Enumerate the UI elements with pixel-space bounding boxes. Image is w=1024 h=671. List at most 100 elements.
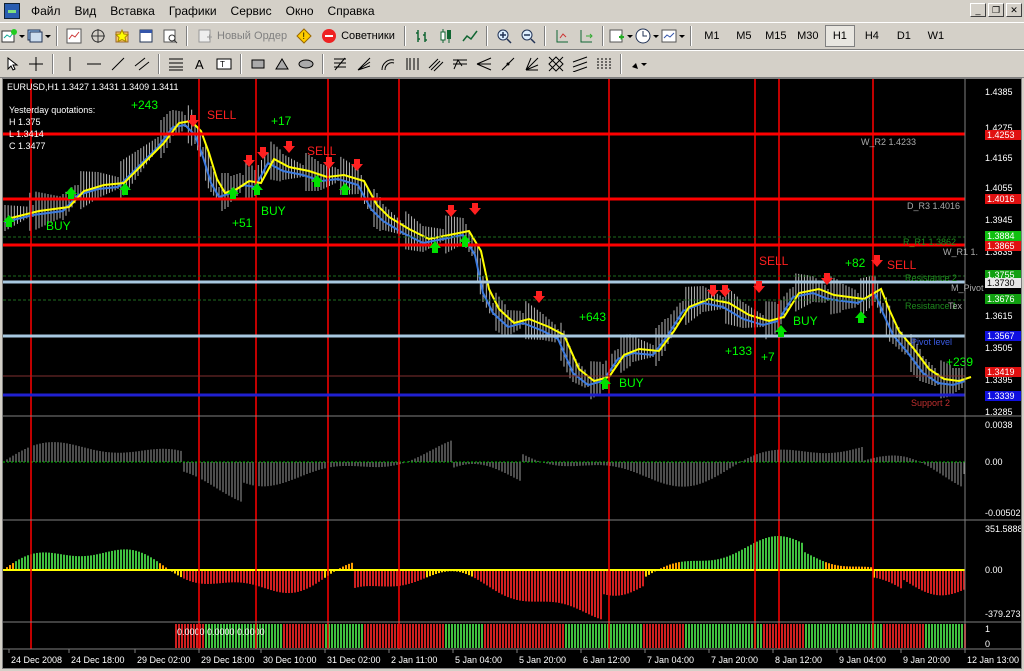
timeframe-m5[interactable]: M5: [729, 25, 759, 47]
vertical-line-icon[interactable]: [59, 53, 81, 75]
fibo-arcs-icon[interactable]: [377, 53, 399, 75]
osc3-bar: [604, 624, 606, 648]
fibo-expansion-icon[interactable]: [449, 53, 471, 75]
line-chart-button[interactable]: [459, 25, 481, 47]
app-icon: [4, 3, 20, 19]
osc3-bar: [463, 624, 465, 648]
timeframe-d1[interactable]: D1: [889, 25, 919, 47]
fibo-icon[interactable]: [165, 53, 187, 75]
osc3-bar: [775, 624, 777, 648]
experts-button[interactable]: Советники: [317, 25, 399, 47]
osc3-bar: [961, 624, 963, 648]
timeframe-w1[interactable]: W1: [921, 25, 951, 47]
indicators-button[interactable]: [609, 25, 633, 47]
timeframe-h4[interactable]: H4: [857, 25, 887, 47]
templates-button[interactable]: [661, 25, 685, 47]
navigator-button[interactable]: [87, 25, 109, 47]
market-watch-button[interactable]: [63, 25, 85, 47]
new-chart-button[interactable]: [1, 25, 25, 47]
close-button[interactable]: ✕: [1006, 3, 1022, 17]
menu-window[interactable]: Окно: [279, 0, 321, 22]
menu-file[interactable]: Файл: [24, 0, 68, 22]
menu-insert[interactable]: Вставка: [103, 0, 162, 22]
restore-button[interactable]: ❐: [988, 3, 1004, 17]
timeframe-m1[interactable]: M1: [697, 25, 727, 47]
zoom-out-button[interactable]: [517, 25, 539, 47]
cycle-lines-icon[interactable]: [593, 53, 615, 75]
chart-shift-button[interactable]: [551, 25, 573, 47]
osc3-bar: [718, 624, 720, 648]
horizontal-line-icon[interactable]: [83, 53, 105, 75]
tester-button[interactable]: [159, 25, 181, 47]
rectangle-icon[interactable]: [247, 53, 269, 75]
chart-canvas[interactable]: 0.0000 0.0000 0.0000 1 0 351.5888 0.00 -379.…: [3, 79, 1021, 668]
gann-fan-icon[interactable]: [521, 53, 543, 75]
text-icon[interactable]: A: [189, 53, 211, 75]
osc3-bar: [814, 624, 816, 648]
timeframe-h1[interactable]: H1: [824, 25, 855, 47]
regression-channel-icon[interactable]: [569, 53, 591, 75]
label-r1: R_R1 1.3862: [903, 237, 956, 247]
timeframe-m30[interactable]: M30: [793, 25, 823, 47]
alert-icon[interactable]: !: [293, 25, 315, 47]
osc3-bar: [793, 624, 795, 648]
cursor-icon[interactable]: [1, 53, 23, 75]
chart-window[interactable]: 0.0000 0.0000 0.0000 1 0 351.5888 0.00 -379.…: [2, 78, 1022, 669]
osc3-bar: [370, 624, 372, 648]
osc3-bar: [661, 624, 663, 648]
gann-grid-icon[interactable]: [545, 53, 567, 75]
minimize-button[interactable]: _: [970, 3, 986, 17]
osc3-bar: [736, 624, 738, 648]
osc3-bar: [928, 624, 930, 648]
new-order-button[interactable]: Новый Ордер: [193, 25, 291, 47]
ellipse-icon[interactable]: [295, 53, 317, 75]
trendline-icon[interactable]: [107, 53, 129, 75]
signal-sell-1: SELL: [207, 108, 237, 122]
price-tag: 1.4016: [985, 194, 1021, 204]
terminal-button[interactable]: [135, 25, 157, 47]
fibo-channel-icon[interactable]: [425, 53, 447, 75]
osc3-bar: [286, 624, 288, 648]
price-tag: 1.4253: [985, 130, 1021, 140]
arrows-menu-icon[interactable]: [627, 53, 649, 75]
osc3-bar: [571, 624, 573, 648]
menu-tools[interactable]: Сервис: [224, 0, 279, 22]
osc3-bar: [811, 624, 813, 648]
menu-view[interactable]: Вид: [68, 0, 104, 22]
osc3-bar: [844, 624, 846, 648]
osc3-bar: [601, 624, 603, 648]
bar-chart-button[interactable]: [411, 25, 433, 47]
favorites-button[interactable]: [111, 25, 133, 47]
osc3-bar: [313, 624, 315, 648]
fibo-time-icon[interactable]: [401, 53, 423, 75]
fibo-fan-icon[interactable]: [353, 53, 375, 75]
osc3-bar: [853, 624, 855, 648]
osc3-bar: [667, 624, 669, 648]
timeframe-m15[interactable]: M15: [761, 25, 791, 47]
menu-help[interactable]: Справка: [321, 0, 382, 22]
gann-line-icon[interactable]: [497, 53, 519, 75]
osc3-bar: [322, 624, 324, 648]
zoom-in-button[interactable]: [493, 25, 515, 47]
periods-clock-icon[interactable]: [635, 25, 659, 47]
label-icon[interactable]: T: [213, 53, 235, 75]
auto-scroll-button[interactable]: [575, 25, 597, 47]
osc3-bar: [910, 624, 912, 648]
menu-charts[interactable]: Графики: [162, 0, 224, 22]
crosshair-icon[interactable]: [25, 53, 47, 75]
menu-bar: Файл Вид Вставка Графики Сервис Окно Спр…: [0, 0, 1024, 22]
triangle-icon[interactable]: [271, 53, 293, 75]
osc1-tick-label: -0.00502: [985, 508, 1021, 518]
profiles-button[interactable]: [27, 25, 51, 47]
osc3-bar: [694, 624, 696, 648]
time-label: 24 Dec 2008: [11, 655, 62, 665]
signal-profit-7: +7: [761, 350, 775, 364]
osc3-bar: [925, 624, 927, 648]
channel-icon[interactable]: [131, 53, 153, 75]
osc3-bar: [751, 624, 753, 648]
label-wr1: W_R1 1.: [943, 247, 978, 257]
candle-chart-button[interactable]: [435, 25, 457, 47]
andrews-pitchfork-icon[interactable]: [473, 53, 495, 75]
osc3-bar: [679, 624, 681, 648]
fibo-retracement-icon[interactable]: [329, 53, 351, 75]
